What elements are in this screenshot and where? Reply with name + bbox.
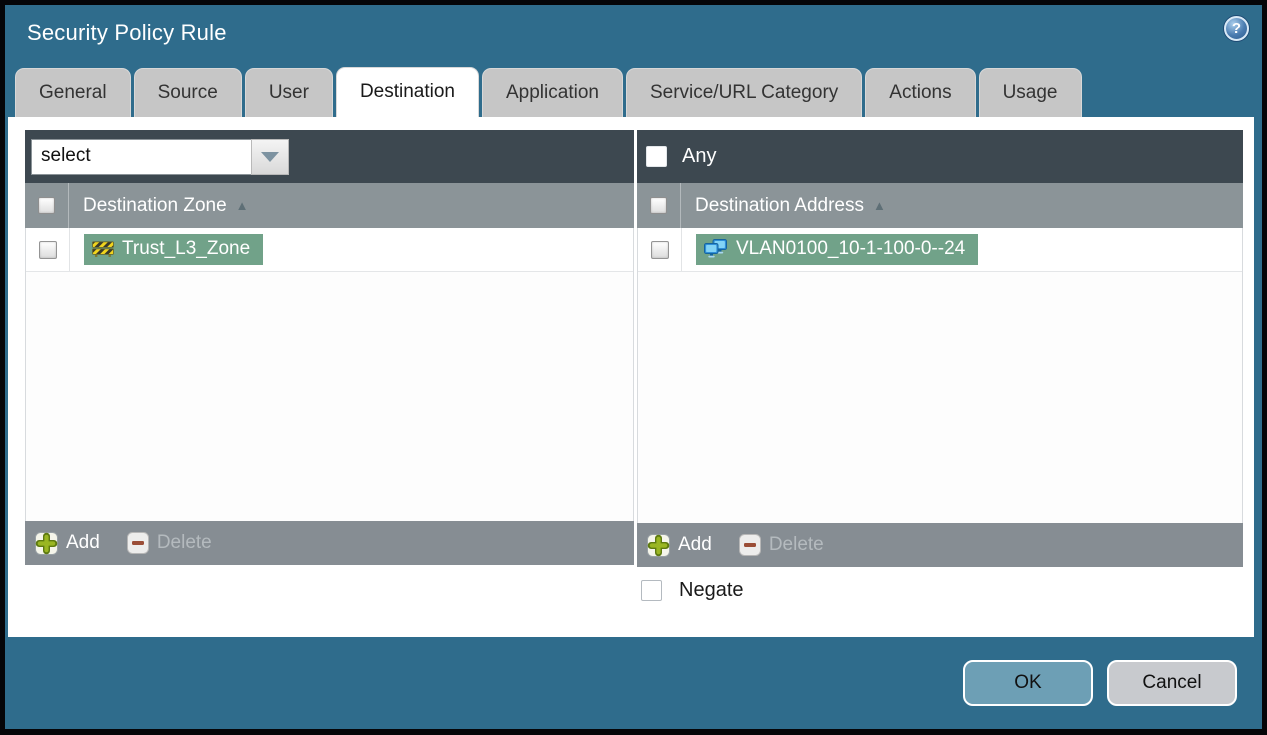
address-select-all-checkbox[interactable] (650, 197, 667, 214)
address-panel-footer: Add Delete (637, 523, 1243, 567)
zone-add-label: Add (66, 532, 100, 553)
dialog-title: Security Policy Rule (27, 20, 227, 45)
zone-select-all-checkbox[interactable] (38, 197, 55, 214)
zone-panel-footer: Add Delete (25, 521, 634, 565)
zone-select-input[interactable] (31, 139, 251, 175)
negate-checkbox-group: Negate (641, 579, 744, 602)
zone-select-combo (31, 139, 289, 175)
address-column-header[interactable]: Destination Address (695, 195, 864, 217)
address-delete-button[interactable]: Delete (738, 534, 824, 556)
address-item-chip[interactable]: VLAN0100_10-1-100-0--24 (696, 234, 979, 265)
help-icon[interactable]: ? (1224, 16, 1249, 41)
dialog-footer: OK Cancel (5, 637, 1262, 729)
negate-label: Negate (679, 579, 744, 601)
ok-button[interactable]: OK (963, 660, 1093, 706)
delete-minus-icon (126, 532, 149, 554)
address-row-checkbox[interactable] (650, 240, 669, 259)
address-add-button[interactable]: Add (647, 533, 712, 557)
address-table-header: Destination Address ▲ (637, 183, 1243, 228)
any-checkbox-group: Any (637, 145, 716, 168)
zone-delete-label: Delete (156, 532, 212, 553)
tab-actions[interactable]: Actions (865, 68, 976, 117)
tab-application[interactable]: Application (482, 68, 623, 117)
tab-bar: General Source User Destination Applicat… (15, 67, 1258, 117)
zone-item-label: Trust_L3_Zone (122, 238, 251, 259)
zone-delete-button[interactable]: Delete (126, 532, 212, 554)
zone-table-body: Trust_L3_Zone (25, 228, 634, 521)
negate-checkbox[interactable] (641, 580, 662, 601)
sort-ascending-icon[interactable]: ▲ (236, 198, 249, 213)
address-add-label: Add (678, 534, 712, 555)
tab-service-url-category[interactable]: Service/URL Category (625, 68, 863, 117)
tab-destination[interactable]: Destination (335, 67, 479, 117)
any-checkbox[interactable] (646, 146, 667, 167)
destination-tab-content: Destination Zone ▲ (8, 117, 1254, 637)
address-icon (704, 239, 727, 258)
security-policy-rule-dialog: Security Policy Rule ? General Source Us… (5, 5, 1262, 729)
table-row: VLAN0100_10-1-100-0--24 (638, 228, 1242, 272)
tab-usage[interactable]: Usage (978, 68, 1082, 117)
address-header-checkbox-cell (637, 183, 681, 228)
window-frame: Security Policy Rule ? General Source Us… (0, 0, 1267, 735)
address-delete-label: Delete (768, 534, 824, 555)
sort-ascending-icon[interactable]: ▲ (873, 198, 886, 213)
address-panel: Any Destination Address ▲ VLAN0100_10-1-… (637, 130, 1243, 567)
address-row-checkbox-cell (638, 228, 682, 271)
dialog-titlebar: Security Policy Rule ? (5, 5, 1262, 67)
zone-panel-toolbar (25, 130, 634, 183)
help-glyph: ? (1231, 20, 1242, 37)
any-label: Any (682, 145, 717, 167)
zone-icon (92, 241, 114, 257)
table-row: Trust_L3_Zone (26, 228, 633, 272)
cancel-button[interactable]: Cancel (1107, 660, 1237, 706)
zone-header-checkbox-cell (25, 183, 69, 228)
zone-row-checkbox[interactable] (38, 240, 57, 259)
add-plus-icon (35, 531, 58, 555)
zone-row-checkbox-cell (26, 228, 70, 271)
tab-source[interactable]: Source (133, 68, 242, 117)
zone-column-header[interactable]: Destination Zone (83, 195, 227, 217)
zone-panel: Destination Zone ▲ (25, 130, 634, 565)
address-panel-toolbar: Any (637, 130, 1243, 183)
address-table-body: VLAN0100_10-1-100-0--24 (637, 228, 1243, 523)
tab-general[interactable]: General (15, 68, 131, 117)
zone-table-header: Destination Zone ▲ (25, 183, 634, 228)
address-item-label: VLAN0100_10-1-100-0--24 (736, 238, 966, 259)
chevron-down-icon (261, 152, 279, 162)
delete-minus-icon (738, 534, 761, 556)
zone-item-chip[interactable]: Trust_L3_Zone (84, 234, 264, 265)
zone-add-button[interactable]: Add (35, 531, 100, 555)
tab-user[interactable]: User (244, 68, 333, 117)
zone-select-dropdown-button[interactable] (251, 139, 289, 175)
add-plus-icon (647, 533, 670, 557)
